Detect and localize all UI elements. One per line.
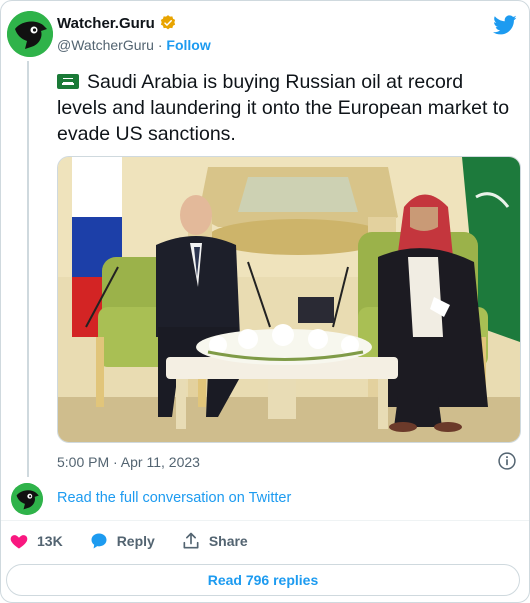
reply-label: Reply: [116, 533, 155, 549]
thread-line: [27, 61, 29, 477]
author-display-name[interactable]: Watcher.Guru: [57, 15, 155, 32]
handle-separator: ·: [157, 37, 163, 53]
tweet-text: Saudi Arabia is buying Russian oil at re…: [57, 69, 517, 147]
tweet-photo-image: [58, 157, 520, 442]
tweet-body: Saudi Arabia is buying Russian oil at re…: [57, 71, 510, 145]
saudi-flag-icon: [57, 74, 79, 89]
reply-bubble-icon: [91, 533, 107, 549]
follow-button[interactable]: Follow: [166, 37, 210, 53]
verified-badge-icon: [160, 15, 175, 30]
heart-icon: [10, 535, 28, 549]
read-replies-label: Read 796 replies: [207, 572, 319, 588]
author-handle-row: @WatcherGuru · Follow: [57, 37, 211, 53]
divider: [1, 520, 529, 521]
tweet-timestamp[interactable]: 5:00 PM · Apr 11, 2023: [57, 454, 200, 470]
action-bar: 13K Reply Share: [9, 531, 274, 551]
author-name-row: Watcher.Guru: [57, 14, 177, 32]
read-replies-button[interactable]: Read 796 replies: [6, 564, 520, 596]
like-count: 13K: [37, 533, 63, 549]
avatar[interactable]: [7, 11, 53, 57]
conversation-avatar[interactable]: [11, 483, 43, 515]
twitter-bird-icon[interactable]: [493, 13, 517, 37]
share-icon: [183, 532, 199, 549]
info-icon[interactable]: [497, 451, 517, 471]
read-conversation-link[interactable]: Read the full conversation on Twitter: [57, 490, 291, 506]
tweet-card: Watcher.Guru @WatcherGuru · Follow Saudi…: [0, 0, 530, 603]
share-button[interactable]: Share: [181, 531, 248, 551]
watcher-guru-logo: [7, 11, 53, 57]
tweet-photo[interactable]: [57, 156, 521, 443]
reply-button[interactable]: Reply: [89, 531, 155, 551]
like-button[interactable]: 13K: [9, 531, 63, 551]
share-label: Share: [208, 533, 248, 549]
watcher-guru-logo-small: [11, 483, 43, 515]
author-handle[interactable]: @WatcherGuru: [57, 37, 154, 53]
